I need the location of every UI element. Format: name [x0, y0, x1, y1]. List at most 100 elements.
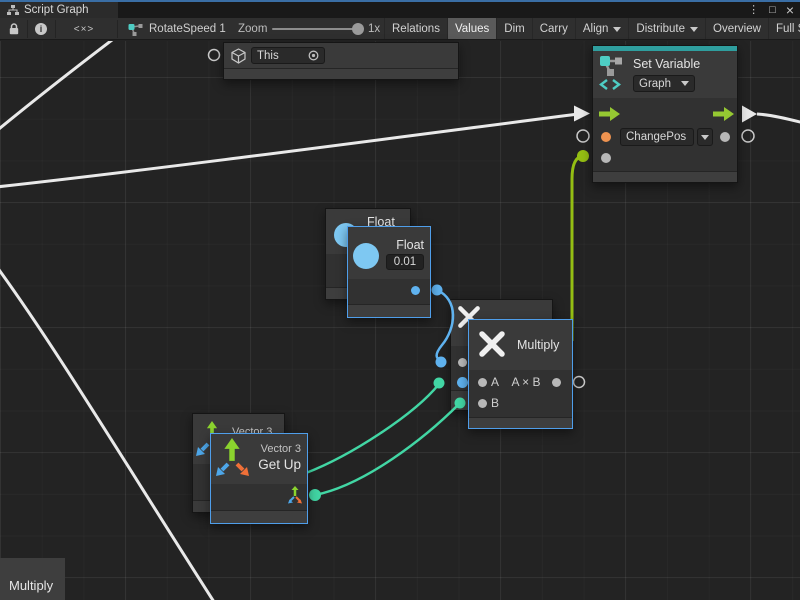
info-icon[interactable]: i — [31, 18, 51, 40]
wire-endpoint-vector[interactable] — [309, 489, 321, 501]
maximize-icon[interactable]: □ — [769, 2, 776, 18]
get-up-node[interactable]: Vector 3 Get Up — [210, 433, 308, 524]
node-footer — [348, 304, 430, 317]
tab-bar: Script Graph ⋮ □ × — [0, 2, 800, 18]
wire-endpoint-vector[interactable] — [455, 398, 466, 409]
zoom-label: Zoom — [238, 18, 267, 40]
set-variable-icon — [599, 55, 625, 91]
float-node[interactable]: Float 0.01 — [347, 226, 431, 318]
toolbar-button-carry[interactable]: Carry — [532, 18, 575, 40]
toolbar-divider — [55, 20, 56, 38]
toolbar-button-relations[interactable]: Relations — [384, 18, 447, 40]
wire-endpoint-float[interactable] — [436, 357, 447, 368]
graph-toolbar: i <×> RotateSpeed 1 Zoom 1x Relations Va… — [0, 18, 800, 40]
variable-name: ChangePos — [626, 131, 686, 143]
wire-endpoint-float[interactable] — [432, 285, 443, 296]
toolbar-button-distribute[interactable]: Distribute — [628, 18, 705, 40]
float-icon — [353, 243, 379, 269]
zoom-value: 1x — [368, 18, 380, 40]
node-footer — [211, 510, 307, 523]
down-right-arrow-icon — [234, 461, 249, 476]
zoom-slider-handle[interactable] — [352, 23, 364, 35]
variable-name-port[interactable] — [601, 132, 611, 142]
variable-name-field[interactable]: ChangePos — [620, 128, 694, 146]
node-title: Get Up — [258, 457, 301, 472]
float-value: 0.01 — [394, 256, 416, 268]
set-variable-node[interactable]: Set Variable Graph ChangePos — [592, 45, 738, 183]
result-output-port[interactable] — [552, 378, 561, 387]
input-value-port[interactable] — [601, 153, 611, 163]
multiply-icon — [477, 329, 507, 359]
wire-control-into-set-variable[interactable] — [0, 114, 578, 187]
node-footer — [593, 171, 737, 182]
window-controls: ⋮ □ × — [748, 2, 798, 18]
code-preview-icon[interactable]: <×> — [62, 18, 106, 40]
tab-script-graph[interactable]: Script Graph — [0, 2, 118, 18]
graph-asset-icon — [128, 23, 143, 36]
this-node[interactable]: This — [223, 42, 459, 80]
zoom-slider-track[interactable] — [272, 28, 358, 30]
lock-icon[interactable] — [4, 18, 24, 40]
output-value-port[interactable] — [720, 132, 730, 142]
chevron-down-icon — [701, 135, 709, 140]
float-output-port[interactable] — [411, 286, 420, 295]
this-value: This — [257, 50, 304, 62]
node-footer — [469, 417, 572, 428]
node-footer — [224, 68, 458, 79]
unity-visual-scripting-window: Script Graph ⋮ □ × i <×> — [0, 0, 800, 600]
tooltip-label: Multiply — [9, 578, 53, 593]
toolbar-divider — [27, 20, 28, 38]
control-input-port[interactable] — [599, 107, 620, 121]
chevron-down-icon — [690, 27, 698, 32]
input-b-label: B — [491, 396, 499, 410]
toolbar-button-values[interactable]: Values — [447, 18, 496, 40]
float-value-field[interactable]: 0.01 — [386, 254, 424, 270]
port-ring[interactable] — [574, 377, 585, 388]
wire-getup-to-multiply-a[interactable] — [306, 384, 439, 473]
variable-kind-dropdown[interactable]: Graph — [633, 75, 695, 92]
toolbar-button-align[interactable]: Align — [575, 18, 629, 40]
script-graph-icon — [7, 5, 19, 16]
toolbar-button-fullscreen[interactable]: Full Screen — [768, 18, 800, 40]
port-ring[interactable] — [209, 50, 220, 61]
variable-kind: Graph — [639, 78, 671, 90]
variable-name-dropdown-button[interactable] — [697, 128, 713, 146]
wire-control-bottomleft[interactable] — [0, 263, 216, 600]
wire-getup-to-multiply-b[interactable] — [315, 404, 459, 495]
multiply-tooltip: Multiply — [0, 558, 65, 600]
object-picker-icon[interactable] — [308, 50, 319, 61]
chevron-down-icon — [681, 81, 689, 86]
toolbar-divider — [117, 20, 118, 38]
graph-canvas[interactable]: Float Vector 3 — [0, 41, 800, 600]
port-ring[interactable] — [577, 130, 589, 142]
cube-icon — [230, 48, 247, 64]
kebab-menu-icon[interactable]: ⋮ — [748, 2, 759, 18]
toolbar-buttons: Relations Values Dim Carry Align Distrib… — [384, 18, 800, 40]
result-label: A × B — [505, 375, 547, 389]
node-title: Float — [396, 238, 424, 252]
wire-control-out-of-set-variable[interactable] — [757, 114, 800, 123]
control-output-port[interactable] — [713, 107, 734, 121]
input-b-port[interactable] — [478, 399, 487, 408]
wire-control-topleft[interactable] — [0, 41, 116, 133]
wire-float-to-multiply[interactable] — [437, 290, 453, 362]
port-ring[interactable] — [742, 130, 754, 142]
down-left-arrow-icon — [216, 461, 231, 476]
graph-breadcrumb[interactable]: RotateSpeed 1 — [128, 18, 226, 40]
close-icon[interactable]: × — [786, 2, 794, 18]
wire-endpoint-vector[interactable] — [434, 378, 445, 389]
toolbar-button-overview[interactable]: Overview — [705, 18, 768, 40]
wire-arrowhead — [574, 106, 590, 122]
graph-name: RotateSpeed 1 — [149, 23, 226, 35]
chevron-down-icon — [613, 27, 621, 32]
node-title: Multiply — [517, 338, 559, 352]
input-a-port[interactable] — [478, 378, 487, 387]
vector3-output-port[interactable] — [287, 486, 303, 504]
this-object-field[interactable]: This — [251, 47, 325, 64]
multiply-node[interactable]: Multiply A A × B B — [468, 319, 573, 429]
wire-endpoint-flow[interactable] — [577, 150, 589, 162]
up-arrow-icon — [223, 438, 241, 462]
toolbar-button-dim[interactable]: Dim — [496, 18, 531, 40]
wire-multiply-to-set-variable[interactable] — [572, 156, 583, 341]
tab-label: Script Graph — [24, 4, 89, 16]
